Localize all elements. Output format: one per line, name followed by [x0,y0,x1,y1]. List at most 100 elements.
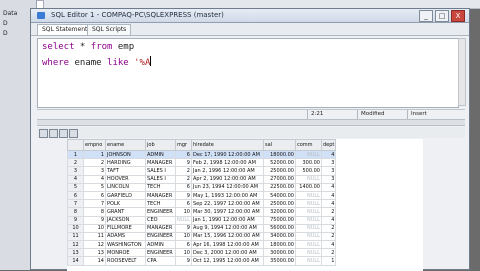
grid-cell[interactable]: 5 [83,182,106,192]
grid-cell[interactable]: NULL [294,215,322,225]
column-header[interactable]: hiredate [190,139,264,151]
grid-cell[interactable]: 500.00 [294,166,322,176]
grid-cell[interactable]: ENGINEER [145,207,176,217]
results-grid[interactable]: empno ename job mgr hiredate sal comm dept 1 1 JO… [67,139,423,271]
grid-cell[interactable]: 6 [175,199,192,209]
grid-cell[interactable]: NULL [294,190,322,201]
grid-cell[interactable]: 2 [320,223,337,233]
grid-cell[interactable]: 12 [83,240,106,250]
grid-cell[interactable]: 2 [83,158,106,168]
grid-cell[interactable]: 25000.00 [262,166,296,176]
grid-cell[interactable]: 300.00 [294,158,322,168]
grid-cell[interactable]: 1 [320,256,337,266]
maximize-button[interactable]: □ [435,10,449,22]
sql-text-area[interactable]: select * from emp where ename like '%A [37,38,459,108]
row-number[interactable]: 4 [67,174,84,184]
grid-cell[interactable]: NULL [294,240,322,250]
table-row[interactable]: 6 6 GARFIELD MANAGER 9 May 1, 1993 12:00:00 A… [67,190,337,201]
grid-cell[interactable]: 3 [83,166,106,176]
minimize-button[interactable]: _ [419,10,433,22]
grid-cell[interactable]: 56000.00 [262,223,296,233]
grid-cell[interactable]: 7 [83,199,106,209]
grid-cell[interactable]: 35000.00 [262,256,296,266]
row-number[interactable]: 10 [67,223,84,233]
grid-cell[interactable]: TECH [145,199,176,209]
grid-cell[interactable]: 8 [83,207,106,217]
grid-cell[interactable]: 4 [320,240,337,250]
table-row[interactable]: 13 13 MONROE ENGINEER 10 Dec 3, 2000 12:00:00… [67,248,337,258]
column-header[interactable]: empno [83,139,106,151]
column-header[interactable]: sal [262,139,296,151]
grid-cell[interactable]: 6 [83,190,106,201]
grid-cell[interactable]: Aug 9, 1994 12:00:00 AM [190,223,264,233]
table-row[interactable]: 14 14 ROOSEVELT CPA 9 Oct 12, 1995 12:00:00 A… [67,256,337,266]
grid-cell[interactable]: SALES I [145,174,176,184]
grid-cell[interactable]: 3 [320,174,337,184]
results-first-icon[interactable] [39,129,48,138]
grid-cell[interactable]: 4 [320,182,337,192]
table-row[interactable]: 5 5 LINCOLN TECH 6 Jun 23, 1994 12:00:00 AM 22… [67,182,337,192]
grid-cell[interactable]: 18000.00 [262,149,296,160]
grid-cell[interactable]: 25000.00 [262,199,296,209]
table-row[interactable]: 11 11 ADAMS ENGINEER 10 Mar 15, 1996 12:00:00… [67,231,337,242]
grid-cell[interactable]: 10 [175,231,192,242]
grid-cell[interactable]: TECH [145,182,176,192]
close-button[interactable]: X [451,10,465,22]
row-number[interactable]: 13 [67,248,84,258]
grid-cell[interactable]: HOOVER [105,174,146,184]
grid-cell[interactable]: CEO [145,215,176,225]
grid-cell[interactable]: 14 [83,256,106,266]
table-row[interactable]: 2 2 HARDING MANAGER 9 Feb 2, 1998 12:00:00 AM… [67,158,337,168]
grid-cell[interactable]: NULL [294,231,322,242]
grid-cell[interactable]: 27000.00 [262,174,296,184]
grid-cell[interactable]: 2 [320,248,337,258]
tab-sql-statement[interactable]: SQL Statement [37,24,93,35]
grid-cell[interactable]: 54000.00 [262,190,296,201]
results-next-icon[interactable] [59,129,68,138]
row-number[interactable]: 5 [67,182,84,192]
column-header[interactable] [67,139,84,151]
row-number[interactable]: 6 [67,190,84,201]
grid-cell[interactable]: 9 [83,215,106,225]
grid-cell[interactable]: 6 [175,240,192,250]
grid-cell[interactable]: NULL [294,256,322,266]
grid-cell[interactable]: Apr 2, 1990 12:00:00 AM [190,174,264,184]
table-row[interactable]: 1 1 JOHNSON ADMIN 6 Dec 17, 1990 12:00:00 AM 1… [67,149,337,160]
tab-sql-scripts[interactable]: SQL Scripts [87,24,132,35]
editor-scrollbar[interactable] [458,38,466,106]
row-number[interactable]: 7 [67,199,84,209]
grid-cell[interactable]: 2 [320,231,337,242]
grid-cell[interactable]: Apr 16, 1998 12:00:00 AM [190,240,264,250]
grid-cell[interactable]: 3 [320,166,337,176]
grid-cell[interactable]: NULL [294,174,322,184]
table-row[interactable]: 3 3 TAFT SALES I 2 Jan 2, 1996 12:00:00 AM 250… [67,166,337,176]
row-number[interactable]: 11 [67,231,84,242]
grid-cell[interactable]: MONROE [105,248,146,258]
grid-cell[interactable]: 2 [175,174,192,184]
grid-cell[interactable]: 4 [320,199,337,209]
grid-cell[interactable]: 10 [83,223,106,233]
grid-cell[interactable]: ADAMS [105,231,146,242]
grid-cell[interactable]: 4 [320,149,337,160]
grid-cell[interactable]: NULL [294,199,322,209]
grid-cell[interactable]: ENGINEER [145,231,176,242]
grid-cell[interactable]: POLK [105,199,146,209]
grid-cell[interactable]: SALES I [145,166,176,176]
grid-cell[interactable]: FILLMORE [105,223,146,233]
grid-cell[interactable]: Sep 22, 1997 12:00:00 AM [190,199,264,209]
grid-cell[interactable]: 75000.00 [262,215,296,225]
grid-cell[interactable]: Oct 12, 1995 12:00:00 AM [190,256,264,266]
table-row[interactable]: 10 10 FILLMORE MANAGER 9 Aug 9, 1994 12:00:00… [67,223,337,233]
column-header[interactable]: ename [105,139,146,151]
grid-cell[interactable]: 13 [83,248,106,258]
grid-cell[interactable]: 9 [175,158,192,168]
grid-cell[interactable]: Jan 1, 1990 12:00:00 AM [190,215,264,225]
column-header[interactable]: job [145,139,176,151]
grid-cell[interactable]: NULL [175,215,192,225]
grid-cell[interactable]: 4 [320,190,337,201]
grid-cell[interactable]: NULL [294,207,322,217]
row-number[interactable]: 9 [67,215,84,225]
grid-cell[interactable]: NULL [294,223,322,233]
grid-cell[interactable]: LINCOLN [105,182,146,192]
grid-cell[interactable]: Mar 30, 1997 12:00:00 AM [190,207,264,217]
